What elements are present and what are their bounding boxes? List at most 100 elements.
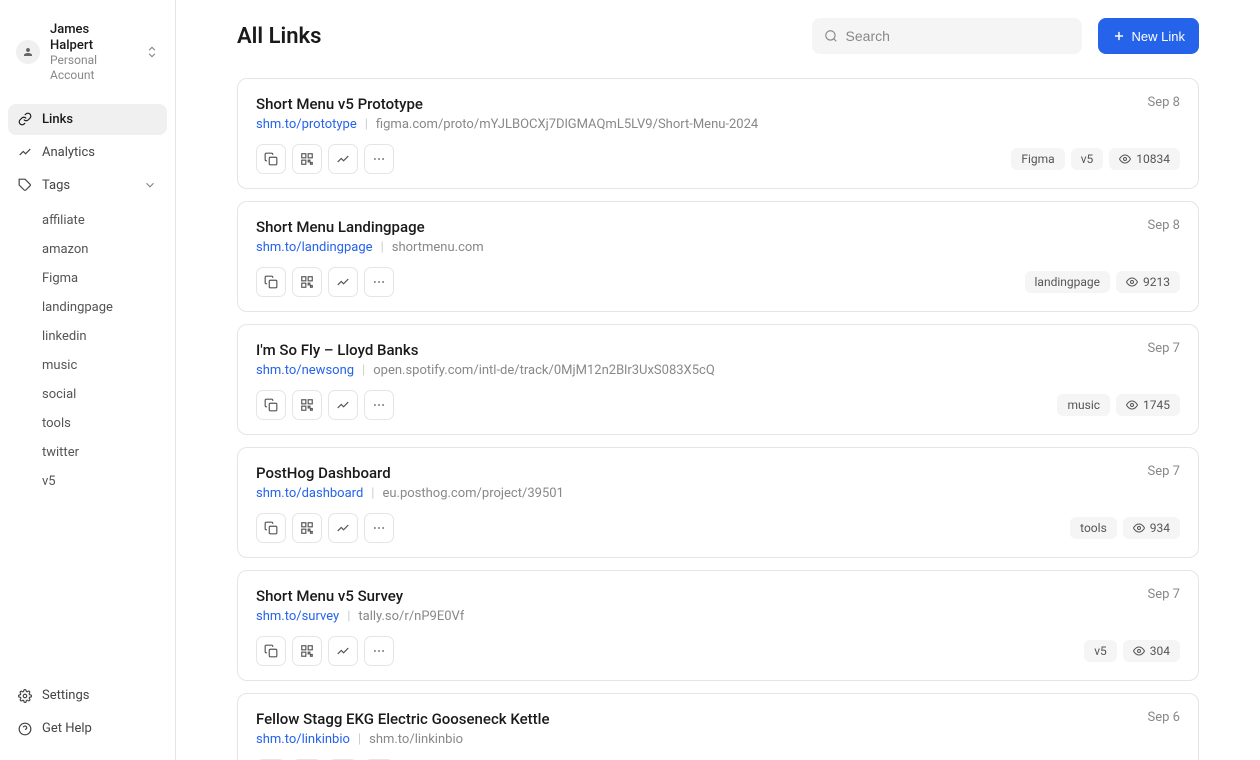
copy-button[interactable] [256, 390, 286, 420]
destination-url: shortmenu.com [392, 240, 484, 255]
tag-item[interactable]: tools [8, 410, 167, 437]
help-icon [18, 722, 32, 736]
copy-icon [264, 398, 278, 412]
more-icon [372, 398, 386, 412]
tag-badge[interactable]: Figma [1011, 148, 1064, 170]
url-divider: | [358, 732, 361, 747]
copy-button[interactable] [256, 267, 286, 297]
tag-badge[interactable]: v5 [1071, 148, 1104, 170]
chevron-down-icon [143, 178, 157, 192]
link-title: Short Menu v5 Prototype [256, 95, 423, 113]
nav-label: Links [42, 112, 73, 127]
copy-button[interactable] [256, 636, 286, 666]
stats-button[interactable] [328, 267, 358, 297]
tag-item[interactable]: social [8, 381, 167, 408]
tag-badge[interactable]: tools [1070, 517, 1117, 539]
destination-url: tally.so/r/nP9E0Vf [358, 609, 464, 624]
short-url[interactable]: shm.to/newsong [256, 363, 354, 378]
tag-badge[interactable]: landingpage [1025, 271, 1111, 293]
qr-button[interactable] [292, 144, 322, 174]
short-url[interactable]: shm.to/survey [256, 609, 339, 624]
qr-button[interactable] [292, 636, 322, 666]
account-type: Personal Account [50, 53, 135, 82]
tag-item[interactable]: landingpage [8, 294, 167, 321]
link-card[interactable]: I'm So Fly – Lloyd Banks Sep 7 shm.to/ne… [237, 324, 1199, 435]
main-content: All Links New Link Short Menu v5 Prototy… [176, 0, 1260, 760]
short-url[interactable]: shm.to/dashboard [256, 486, 363, 501]
search-input[interactable] [846, 28, 1070, 44]
tags-container: landingpage [1025, 271, 1111, 293]
stats-button[interactable] [328, 390, 358, 420]
tag-item[interactable]: music [8, 352, 167, 379]
tag-item[interactable]: Figma [8, 265, 167, 292]
link-title: Short Menu Landingpage [256, 218, 425, 236]
more-button[interactable] [364, 390, 394, 420]
short-url[interactable]: shm.to/landingpage [256, 240, 373, 255]
link-card[interactable]: Short Menu Landingpage Sep 8 shm.to/land… [237, 201, 1199, 312]
link-title: PostHog Dashboard [256, 464, 391, 482]
account-switcher[interactable]: James Halpert Personal Account [8, 16, 167, 88]
short-url[interactable]: shm.to/prototype [256, 117, 357, 132]
short-url[interactable]: shm.to/linkinbio [256, 732, 350, 747]
views-badge[interactable]: 10834 [1109, 148, 1180, 170]
tag-badge[interactable]: music [1057, 394, 1110, 416]
nav-item-help[interactable]: Get Help [8, 713, 167, 744]
tags-container: music [1057, 394, 1110, 416]
qr-button[interactable] [292, 390, 322, 420]
views-badge[interactable]: 9213 [1116, 271, 1180, 293]
search-box[interactable] [812, 18, 1082, 54]
nav-item-tags[interactable]: Tags [8, 170, 167, 201]
nav-item-settings[interactable]: Settings [8, 680, 167, 711]
link-card[interactable]: Short Menu v5 Survey Sep 7 shm.to/survey… [237, 570, 1199, 681]
link-date: Sep 8 [1148, 95, 1180, 110]
views-badge[interactable]: 1745 [1116, 394, 1180, 416]
copy-icon [264, 521, 278, 535]
page-title: All Links [237, 24, 321, 49]
copy-icon [264, 275, 278, 289]
more-button[interactable] [364, 267, 394, 297]
tags-container: tools [1070, 517, 1117, 539]
qr-button[interactable] [292, 267, 322, 297]
tag-badge[interactable]: v5 [1084, 640, 1117, 662]
nav-item-links[interactable]: Links [8, 104, 167, 135]
more-icon [372, 152, 386, 166]
new-link-button[interactable]: New Link [1098, 18, 1199, 54]
views-badge[interactable]: 304 [1123, 640, 1180, 662]
copy-button[interactable] [256, 144, 286, 174]
nav-label: Get Help [42, 721, 92, 736]
views-badge[interactable]: 934 [1123, 517, 1180, 539]
link-date: Sep 7 [1148, 341, 1180, 356]
destination-url: open.spotify.com/intl-de/track/0MjM12n2B… [373, 363, 715, 378]
tags-container: v5 [1084, 640, 1117, 662]
qr-button[interactable] [292, 513, 322, 543]
more-button[interactable] [364, 636, 394, 666]
url-divider: | [381, 240, 384, 255]
tag-item[interactable]: v5 [8, 468, 167, 495]
tag-item[interactable]: affiliate [8, 207, 167, 234]
stats-button[interactable] [328, 636, 358, 666]
qr-icon [300, 398, 314, 412]
tag-item[interactable]: twitter [8, 439, 167, 466]
nav-item-analytics[interactable]: Analytics [8, 137, 167, 168]
more-button[interactable] [364, 513, 394, 543]
stats-button[interactable] [328, 144, 358, 174]
qr-icon [300, 275, 314, 289]
stats-button[interactable] [328, 513, 358, 543]
url-divider: | [371, 486, 374, 501]
copy-button[interactable] [256, 513, 286, 543]
link-title: I'm So Fly – Lloyd Banks [256, 341, 418, 359]
tag-item[interactable]: amazon [8, 236, 167, 263]
eye-icon [1119, 153, 1131, 165]
url-divider: | [347, 609, 350, 624]
tag-item[interactable]: linkedin [8, 323, 167, 350]
eye-icon [1133, 645, 1145, 657]
chart-icon [336, 152, 350, 166]
link-title: Fellow Stagg EKG Electric Gooseneck Kett… [256, 710, 550, 728]
gear-icon [18, 689, 32, 703]
more-button[interactable] [364, 144, 394, 174]
chart-icon [336, 275, 350, 289]
link-card[interactable]: Short Menu v5 Prototype Sep 8 shm.to/pro… [237, 78, 1199, 189]
link-card[interactable]: PostHog Dashboard Sep 7 shm.to/dashboard… [237, 447, 1199, 558]
link-date: Sep 7 [1148, 464, 1180, 479]
link-card[interactable]: Fellow Stagg EKG Electric Gooseneck Kett… [237, 693, 1199, 760]
